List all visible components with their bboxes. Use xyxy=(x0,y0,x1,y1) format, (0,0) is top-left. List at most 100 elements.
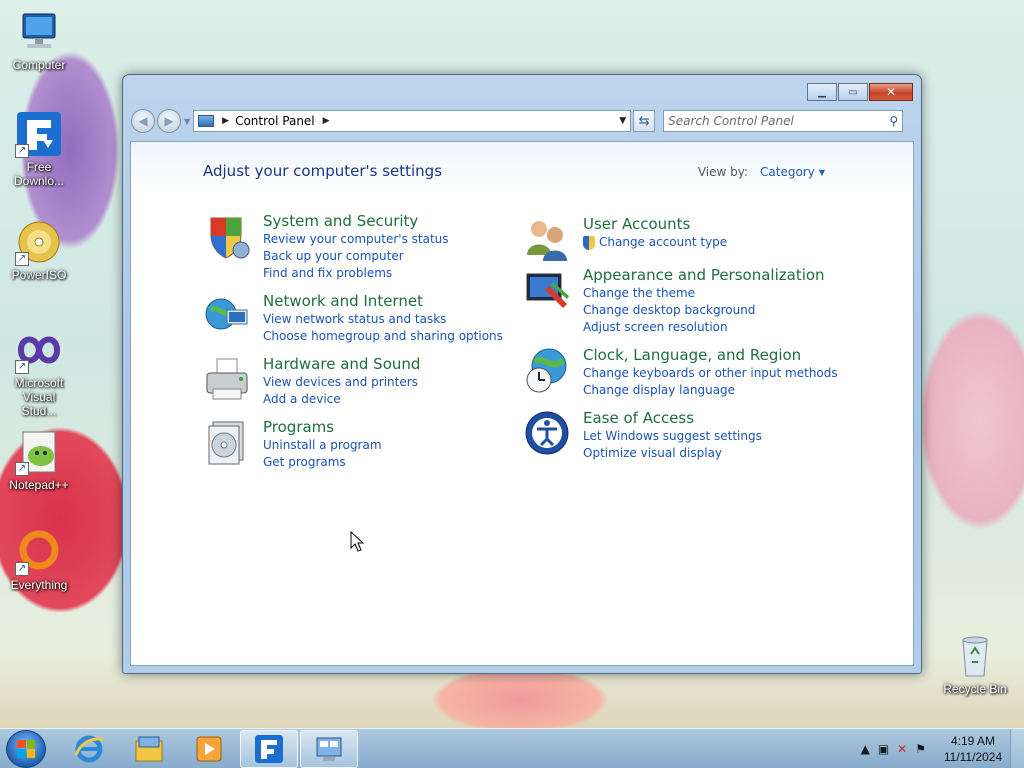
control-panel-icon xyxy=(198,115,215,127)
view-by: View by: Category ▼ xyxy=(698,165,825,179)
ease-of-access-icon[interactable] xyxy=(523,409,571,457)
address-dropdown-icon[interactable]: ▼ xyxy=(619,116,626,126)
show-hidden-icons-icon[interactable]: ▲ xyxy=(861,742,870,756)
internet-explorer-icon xyxy=(74,735,104,762)
category-link[interactable]: Get programs xyxy=(263,454,382,471)
desktop-icon-notepad-plus-plus[interactable]: ↗ Notepad++ xyxy=(4,428,74,492)
refresh-button[interactable]: ⇆ xyxy=(633,110,656,132)
mouse-cursor-icon xyxy=(350,530,365,556)
search-box[interactable]: ⚲ xyxy=(663,110,904,132)
category-link[interactable]: Change display language xyxy=(583,382,838,399)
category-title[interactable]: Clock, Language, and Region xyxy=(583,346,838,365)
back-button[interactable]: ◀ xyxy=(131,109,155,133)
maximize-button[interactable]: ▭ xyxy=(838,83,868,101)
category-link[interactable]: Change keyboards or other input methods xyxy=(583,365,838,382)
taskbar-internet-explorer[interactable] xyxy=(60,730,118,768)
poweriso-icon: ↗ xyxy=(15,218,63,266)
shortcut-arrow-icon: ↗ xyxy=(15,360,29,374)
taskbar-media-player[interactable] xyxy=(180,730,238,768)
recent-pages-dropdown[interactable]: ▼ xyxy=(184,117,190,126)
search-input[interactable] xyxy=(668,114,890,128)
category-title[interactable]: System and Security xyxy=(263,212,449,231)
desktop-icon-label: Microsoft Visual Stud... xyxy=(14,376,64,418)
close-button[interactable]: ✕ xyxy=(869,83,913,101)
visual-studio-icon: ↗ xyxy=(15,326,63,374)
category-link[interactable]: View network status and tasks xyxy=(263,311,503,328)
category-link[interactable]: Add a device xyxy=(263,391,420,408)
taskbar-control-panel[interactable] xyxy=(300,729,358,768)
breadcrumb-separator-icon[interactable]: ▶ xyxy=(222,116,229,126)
network-status-icon[interactable]: ▣ xyxy=(878,742,889,756)
monitor-palette-icon[interactable] xyxy=(523,266,571,314)
category-link[interactable]: Adjust screen resolution xyxy=(583,319,825,336)
shield-icon[interactable] xyxy=(203,212,251,260)
start-button[interactable] xyxy=(6,729,46,768)
media-player-icon xyxy=(196,736,222,761)
category-ease-of-access: Ease of Access Let Windows suggest setti… xyxy=(523,409,762,462)
navigation-bar: ◀ ▶ ▼ ▶ Control Panel ▶ ▼ ⇆ ⚲ xyxy=(131,107,913,135)
refresh-icon: ⇆ xyxy=(638,113,650,129)
everything-search-icon: ↗ xyxy=(15,528,63,576)
printer-icon[interactable] xyxy=(203,355,251,403)
desktop-icon-label: Everything xyxy=(10,578,68,592)
category-link[interactable]: View devices and printers xyxy=(263,374,420,391)
action-center-flag-icon[interactable]: ⚑ xyxy=(915,742,926,756)
desktop-icon-free-download-manager[interactable]: ↗ Free Downlo... xyxy=(4,110,74,188)
taskbar-clock[interactable]: 4:19 AM 11/11/2024 xyxy=(936,733,1010,765)
category-network-and-internet: Network and Internet View network status… xyxy=(203,292,503,345)
category-link[interactable]: Change desktop background xyxy=(583,302,825,319)
chevron-down-icon[interactable]: ▼ xyxy=(819,168,825,177)
category-link[interactable]: Optimize visual display xyxy=(583,445,762,462)
desktop-icon-poweriso[interactable]: ↗ PowerISO xyxy=(4,218,74,282)
category-title[interactable]: Programs xyxy=(263,418,382,437)
desktop-icon-everything[interactable]: ↗ Everything xyxy=(4,528,74,592)
address-bar[interactable]: ▶ Control Panel ▶ ▼ xyxy=(193,110,632,132)
back-arrow-icon: ◀ xyxy=(138,114,148,128)
control-panel-window: ▁ ▭ ✕ ◀ ▶ ▼ ▶ Control Panel ▶ ▼ ⇆ ⚲ Adju… xyxy=(122,74,922,674)
desktop-icon-visual-studio[interactable]: ↗ Microsoft Visual Stud... xyxy=(4,326,74,418)
network-globe-icon[interactable] xyxy=(203,292,251,340)
page-title: Adjust your computer's settings xyxy=(203,162,443,180)
control-panel-content: Adjust your computer's settings View by:… xyxy=(130,141,914,666)
volume-muted-icon[interactable]: ✕ xyxy=(897,742,907,756)
breadcrumb-separator-icon[interactable]: ▶ xyxy=(323,116,330,126)
view-by-selector[interactable]: Category xyxy=(760,165,815,179)
taskbar-free-download-manager[interactable] xyxy=(240,729,298,768)
globe-clock-icon[interactable] xyxy=(523,346,571,394)
category-link[interactable]: Find and fix problems xyxy=(263,265,449,282)
category-link[interactable]: Change the theme xyxy=(583,285,825,302)
users-icon[interactable] xyxy=(523,215,571,263)
show-desktop-button[interactable] xyxy=(1010,728,1024,768)
window-caption-buttons: ▁ ▭ ✕ xyxy=(806,83,913,101)
shortcut-arrow-icon: ↗ xyxy=(15,462,29,476)
category-title[interactable]: Appearance and Personalization xyxy=(583,266,825,285)
search-icon[interactable]: ⚲ xyxy=(889,114,898,128)
close-icon: ✕ xyxy=(885,85,897,99)
category-link[interactable]: Change account type xyxy=(583,234,727,251)
category-clock-language-and-region: Clock, Language, and Region Change keybo… xyxy=(523,346,838,399)
category-appearance-and-personalization: Appearance and Personalization Change th… xyxy=(523,266,825,336)
desktop-icon-label: Computer xyxy=(12,58,66,72)
forward-button[interactable]: ▶ xyxy=(157,109,181,133)
category-link[interactable]: Review your computer's status xyxy=(263,231,449,248)
desktop-icon-computer[interactable]: Computer xyxy=(4,8,74,72)
minimize-icon: ▁ xyxy=(818,86,826,98)
computer-icon xyxy=(15,8,63,56)
taskbar-file-explorer[interactable] xyxy=(120,730,178,768)
category-link[interactable]: Choose homegroup and sharing options xyxy=(263,328,503,345)
programs-disc-icon[interactable] xyxy=(203,418,251,466)
desktop-icon-recycle-bin[interactable]: Recycle Bin xyxy=(940,632,1010,696)
recycle-bin-icon xyxy=(951,632,999,680)
category-title[interactable]: User Accounts xyxy=(583,215,727,234)
category-title[interactable]: Network and Internet xyxy=(263,292,503,311)
category-link[interactable]: Let Windows suggest settings xyxy=(583,428,762,445)
category-link[interactable]: Uninstall a program xyxy=(263,437,382,454)
desktop-icon-label: Recycle Bin xyxy=(943,682,1007,696)
category-title[interactable]: Hardware and Sound xyxy=(263,355,420,374)
category-link[interactable]: Back up your computer xyxy=(263,248,449,265)
minimize-button[interactable]: ▁ xyxy=(807,83,837,101)
forward-arrow-icon: ▶ xyxy=(164,114,174,128)
category-title[interactable]: Ease of Access xyxy=(583,409,762,428)
maximize-icon: ▭ xyxy=(848,86,858,98)
breadcrumb-control-panel[interactable]: Control Panel xyxy=(235,114,315,128)
